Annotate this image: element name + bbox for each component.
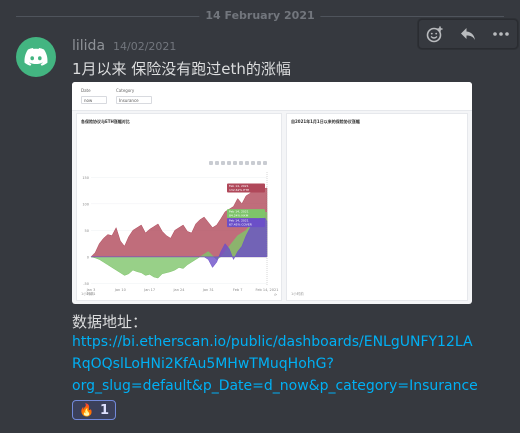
tooltip-value: 67.45% COVER [229,223,252,227]
reply-icon[interactable] [457,23,479,45]
y-tick-label: 100 [82,202,89,206]
reaction-count: 1 [99,402,109,418]
message-toolbar [418,19,518,49]
username[interactable]: lilida [72,38,105,54]
left-panel-updated: 1小时前 [81,292,94,296]
right-panel-title: 自2021年1月1日以来的保险协议涨幅 [291,119,360,124]
fire-emoji-icon: 🔥 [79,403,94,417]
date-divider: 14 February 2021 [199,9,321,22]
x-tick-label: Jan 17 [143,288,155,292]
dashboard-link-line-3[interactable]: org_slug=default&p_Date=d_now&p_category… [72,378,478,394]
category-filter-select[interactable]: Insurance [116,96,152,104]
add-reaction-icon[interactable] [424,23,446,45]
y-tick-label: 0 [87,255,89,259]
tooltip-value: 132.62% ETH [229,188,249,192]
x-tick-label: Jan 24 [173,288,186,292]
x-tick-label: Feb 14, 2021 [256,288,279,292]
chart-panel-right: 自2021年1月1日以来的保险协议涨幅 1小时前 [286,113,468,301]
dashboard-link-line-1[interactable]: https://bi.etherscan.io/public/dashboard… [72,334,473,350]
data-address-label: 数据地址： [72,313,148,331]
discord-logo-icon [24,48,48,66]
y-tick-label: 50 [85,229,89,233]
tooltip-value: 84.24% NXM [229,214,249,218]
x-tick-label: Jan 10 [114,288,126,292]
chart-panel-left: 各保险协议与ETH涨幅对比 150 100 50 0 -50 Jan 3 2021 Jan 1… [76,113,282,301]
category-filter-label: Category [116,88,135,93]
y-tick-label: 150 [82,176,89,180]
left-panel-refresh-icon[interactable]: ⟳ [274,293,277,297]
dashboard-filter-bar: Date now Category Insurance [72,82,472,111]
date-filter-select[interactable]: now [81,96,107,104]
right-panel-updated: 1小时前 [291,292,304,296]
embedded-image[interactable]: Date now Category Insurance 各保险协议与ETH涨幅对… [72,82,472,304]
message-text: 1月以来 保险没有跑过eth的涨幅 [72,60,291,78]
dashboard-link-line-2[interactable]: RqOQslLoHNi2KfAu5MHwTMuqHohG? [72,356,334,372]
more-icon[interactable] [490,23,512,45]
y-tick-label: -50 [83,282,89,286]
x-tick-label: Feb 7 [233,288,243,292]
reaction-fire[interactable]: 🔥 1 [72,400,116,420]
avatar[interactable] [16,37,56,77]
date-filter-label: Date [81,88,91,93]
area-chart[interactable]: 150100500-50Jan 32021Jan 10 Jan 17 Jan 24 J… [77,114,283,302]
message-timestamp: 14/02/2021 [113,40,177,53]
x-tick-label: Jan 31 [202,288,214,292]
